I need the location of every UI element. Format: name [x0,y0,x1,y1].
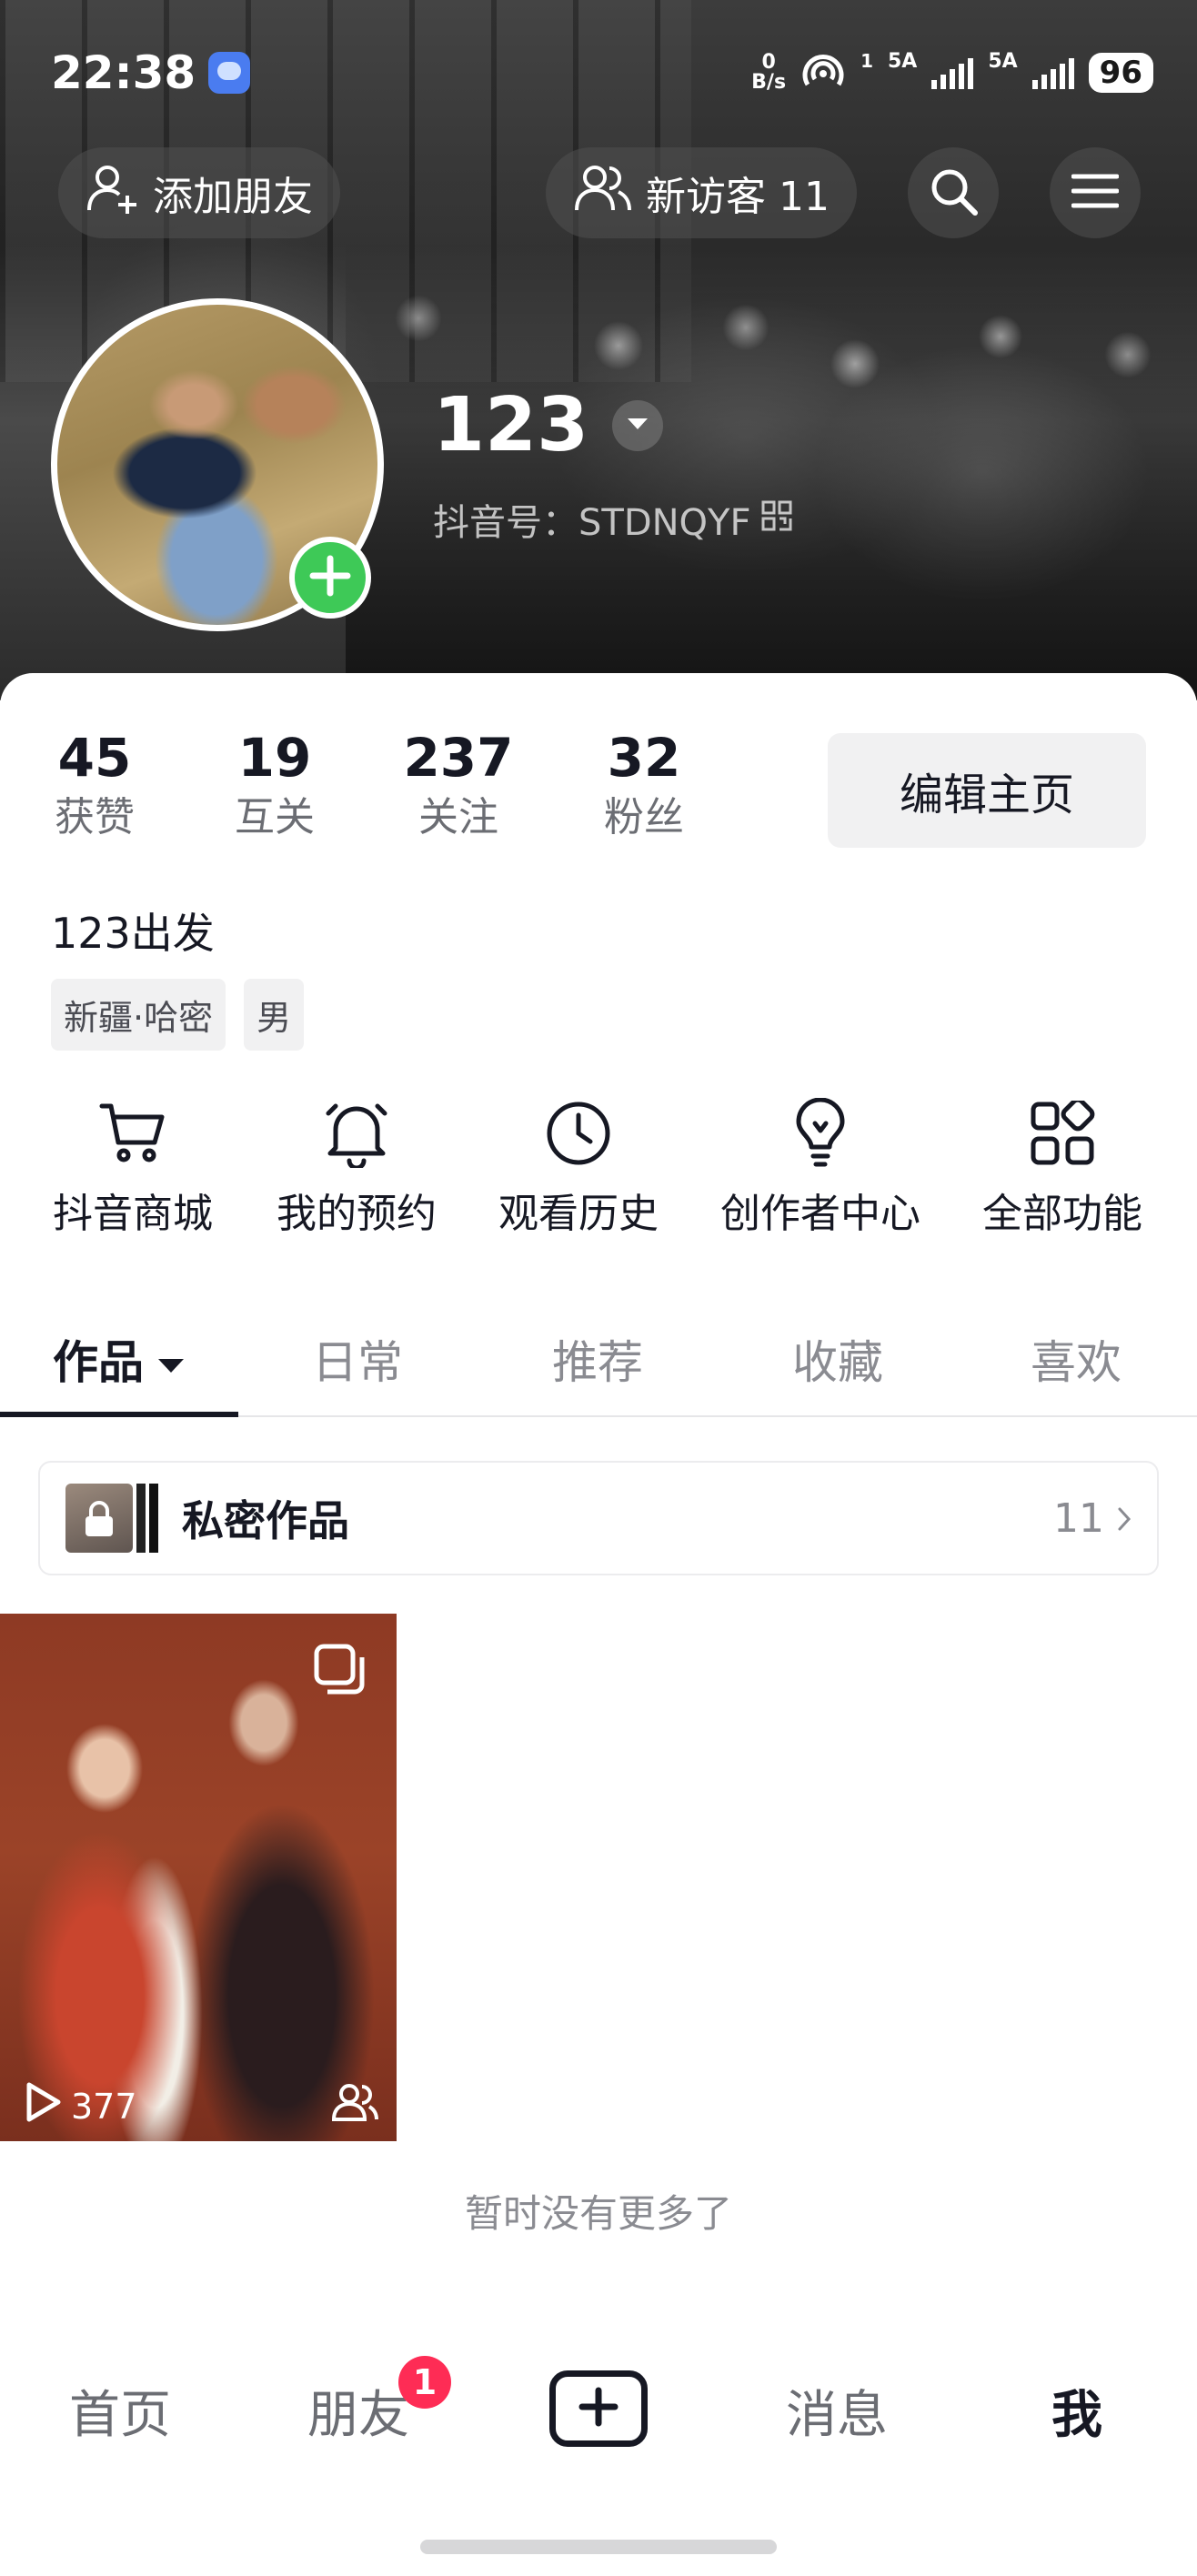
video-thumbnail[interactable]: 377 [0,1614,397,2141]
stat-followers[interactable]: 32 粉丝 [562,726,726,846]
visitors-label: 新访客 11 [646,174,830,220]
menu-button[interactable] [1050,147,1141,238]
active-tab-indicator [0,1412,238,1417]
video-play-count: 377 [22,2081,137,2131]
bell-icon [238,1092,475,1175]
nav-messages[interactable]: 消息 [755,2356,919,2465]
signal-1-icon [931,56,974,89]
douyin-id-row[interactable]: 抖音号：STDNQYF [433,493,792,546]
sim2-label: 5A [988,50,1018,73]
search-icon [928,166,979,220]
stat-following[interactable]: 237 关注 [377,726,540,846]
home-indicator[interactable] [420,2540,777,2554]
nav-me[interactable]: 我 [995,2356,1159,2465]
search-button[interactable] [908,147,999,238]
feature-creator-center[interactable]: 创作者中心 [702,1092,939,1239]
friends-notification-badge: 1 [398,2356,451,2409]
feature-douyin-mall[interactable]: 抖音商城 [15,1092,251,1239]
bottom-navigation: 首页 朋友 1 消息 我 [0,2356,1197,2465]
multi-image-icon [313,1643,366,1699]
create-post-button[interactable] [549,2370,648,2447]
plus-icon [309,555,351,600]
nav-home[interactable]: 首页 [38,2356,202,2465]
stat-label: 获赞 [55,794,135,840]
tab-recommended[interactable]: 推荐 [477,1301,719,1417]
tab-favorites[interactable]: 收藏 [719,1301,957,1417]
private-works-label: 私密作品 [182,1496,349,1545]
tab-daily[interactable]: 日常 [238,1301,477,1417]
feature-label: 观看历史 [498,1191,659,1237]
tab-likes[interactable]: 喜欢 [957,1301,1195,1417]
message-notification-icon [208,52,251,94]
profile-card: 45 获赞 19 互关 237 关注 32 粉丝 编辑主页 123出发 新疆·哈… [0,673,1197,2576]
caret-down-icon [156,1333,186,1385]
no-more-content-text: 暂时没有更多了 [464,2191,732,2236]
new-visitors-button[interactable]: 新访客 11 [546,147,857,238]
add-user-icon [86,161,140,226]
feature-watch-history[interactable]: 观看历史 [460,1092,697,1239]
stat-value: 237 [403,727,514,789]
network-speed: 0 B/s [751,51,787,94]
stat-label: 粉丝 [604,794,684,840]
stat-value: 19 [237,727,312,789]
signal-2-icon [1031,56,1074,89]
profile-tags: 新疆·哈密 男 [51,979,305,1051]
lightbulb-icon [702,1092,939,1175]
status-bar: 22:38 0 B/s 1 5A 5A 96 [0,36,1197,109]
stat-value: 32 [607,727,681,789]
account-switch-button[interactable] [612,399,664,451]
private-works-thumbnail [65,1484,160,1553]
lock-icon [82,1500,116,1542]
stats-row: 45 获赞 19 互关 237 关注 32 粉丝 [0,726,819,862]
stat-label: 关注 [418,794,498,840]
play-icon [22,2081,62,2131]
hotspot-icon [800,50,846,96]
play-count: 377 [71,2086,137,2127]
hamburger-menu-icon [1071,171,1120,215]
battery-indicator: 96 [1088,53,1153,93]
edit-profile-button[interactable]: 编辑主页 [828,733,1146,848]
feature-my-reservations[interactable]: 我的预约 [238,1092,475,1239]
avatar-container [51,298,384,631]
gender-tag: 男 [244,979,305,1051]
stat-value: 45 [57,727,132,789]
add-friend-button[interactable]: 添加朋友 [58,147,340,238]
cover-image-crowd [346,236,1197,700]
private-works-count: 11 [1053,1494,1104,1542]
avatar-add-button[interactable] [289,537,371,619]
hotspot-count: 1 [860,50,873,72]
status-time: 22:38 [51,46,196,99]
feature-shortcuts: 抖音商城 我的预约 观看历史 创作者中心 全部功能 [0,1092,1197,1246]
grid-icon [944,1092,1181,1175]
chevron-right-icon [1117,1495,1132,1542]
feature-label: 创作者中心 [720,1191,920,1237]
feature-all-functions[interactable]: 全部功能 [944,1092,1181,1239]
stat-label: 互关 [235,794,315,840]
stat-likes[interactable]: 45 获赞 [13,726,176,846]
caret-down-icon [626,416,649,436]
tab-label: 作品 [53,1336,144,1389]
location-tag: 新疆·哈密 [51,979,226,1051]
qr-code-icon[interactable] [761,498,792,540]
feature-label: 我的预约 [277,1191,437,1237]
feature-label: 抖音商城 [53,1191,213,1237]
username-row: 123 [433,382,664,468]
username: 123 [433,382,589,468]
content-tabs: 作品 日常 推荐 收藏 喜欢 [0,1301,1197,1417]
tab-works[interactable]: 作品 [0,1301,238,1417]
cart-icon [15,1092,251,1175]
add-friend-label: 添加朋友 [153,174,313,220]
douyin-id: 抖音号：STDNQYF [433,502,751,544]
visitors-icon [573,163,633,224]
feature-label: 全部功能 [982,1191,1142,1237]
friends-visible-icon [331,2081,378,2127]
private-works-row[interactable]: 私密作品 11 [38,1461,1159,1575]
top-actions-bar: 添加朋友 新访客 11 [0,147,1197,238]
sim1-label: 5A [887,50,918,73]
plus-icon [578,2387,619,2430]
stat-mutual[interactable]: 19 互关 [193,726,357,846]
bio: 123出发 [51,909,215,958]
clock-icon [460,1092,697,1175]
